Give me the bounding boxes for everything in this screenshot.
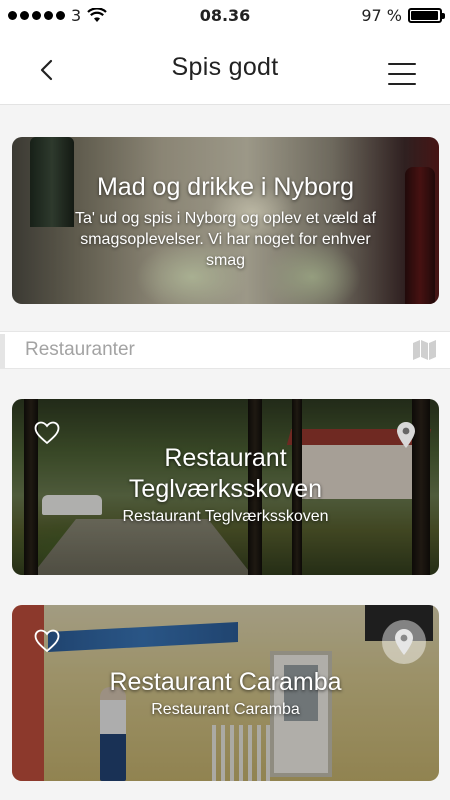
status-right: 97 % xyxy=(361,5,445,25)
section-header-restaurants: Restauranter xyxy=(0,331,450,369)
battery-percentage: 97 % xyxy=(361,5,402,25)
hero-text: Mad og drikke i Nyborg Ta' ud og spis i … xyxy=(12,173,439,271)
page-title: Spis godt xyxy=(171,52,279,81)
heart-icon[interactable] xyxy=(34,421,60,445)
map-icon[interactable] xyxy=(412,339,437,361)
section-title: Restauranter xyxy=(25,339,135,360)
section-accent xyxy=(0,334,5,368)
restaurant-subtitle: Restaurant Caramba xyxy=(151,701,300,718)
battery-icon xyxy=(408,7,445,23)
signal-strength-icon xyxy=(8,10,65,20)
map-pin-icon[interactable] xyxy=(393,628,415,656)
restaurant-text: Restaurant Caramba Restaurant Caramba xyxy=(12,667,439,719)
restaurant-name: Restaurant Teglværksskoven xyxy=(128,444,323,503)
restaurant-card[interactable]: Restaurant Teglværksskoven Restaurant Te… xyxy=(12,399,439,575)
navigation-bar: Spis godt xyxy=(0,30,450,105)
battery-fill xyxy=(411,10,439,20)
chevron-left-icon[interactable] xyxy=(36,58,60,82)
hero-card[interactable]: Mad og drikke i Nyborg Ta' ud og spis i … xyxy=(12,137,439,304)
carrier-label: 3 xyxy=(71,5,82,25)
restaurant-subtitle: Restaurant Teglværksskoven xyxy=(122,508,329,525)
hamburger-menu-icon[interactable] xyxy=(388,63,416,85)
restaurant-name: Restaurant Caramba xyxy=(109,668,342,696)
wifi-icon xyxy=(87,7,107,22)
restaurant-text: Restaurant Teglværksskoven Restaurant Te… xyxy=(12,443,439,526)
restaurant-card[interactable]: Restaurant Caramba Restaurant Caramba xyxy=(12,605,439,781)
hero-title: Mad og drikke i Nyborg xyxy=(96,173,355,201)
heart-icon[interactable] xyxy=(34,629,60,653)
hero-description: Ta' ud og spis i Nyborg og oplev et væld… xyxy=(75,210,376,269)
status-bar: 3 08.36 97 % xyxy=(0,0,450,30)
status-left: 3 xyxy=(8,6,107,25)
